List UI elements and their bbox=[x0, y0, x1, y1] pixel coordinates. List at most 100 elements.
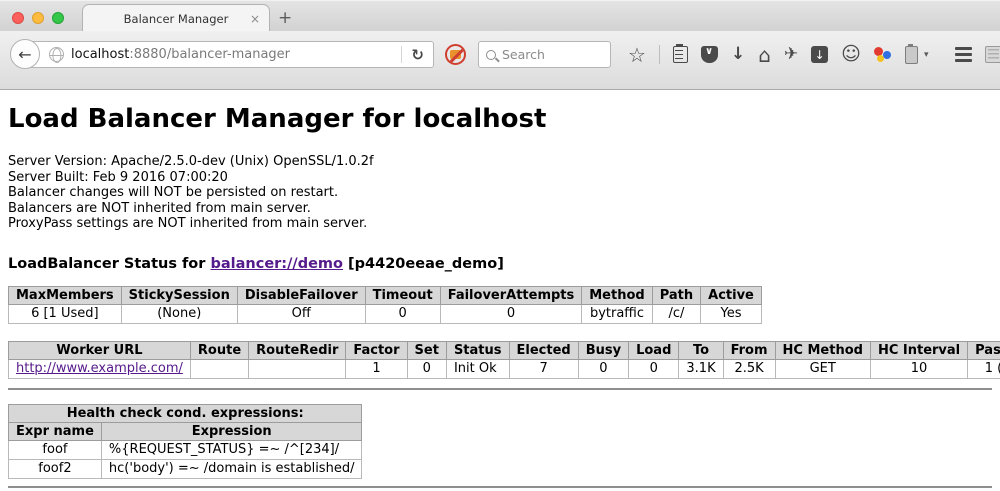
column-header: Path bbox=[652, 286, 700, 304]
toolbar-icons: ☆ ↓ ⌂ ✈ ↓ ☺ ▾ bbox=[628, 41, 1000, 68]
close-window-button[interactable] bbox=[12, 12, 24, 24]
addon-dropdown-caret-icon[interactable]: ▾ bbox=[924, 50, 929, 60]
bookmark-star-icon[interactable]: ☆ bbox=[628, 45, 646, 65]
server-info: Server Version: Apache/2.5.0-dev (Unix) … bbox=[8, 154, 992, 232]
globe-icon bbox=[49, 47, 64, 62]
cell: /c/ bbox=[652, 304, 700, 323]
search-icon bbox=[486, 50, 496, 60]
cell: 2.5K bbox=[723, 359, 775, 378]
balancer-status-heading: LoadBalancer Status for balancer://demo … bbox=[8, 256, 992, 272]
cell: 6 [1 Used] bbox=[9, 304, 122, 323]
column-header: RouteRedir bbox=[249, 341, 346, 359]
page-content: Load Balancer Manager for localhost Serv… bbox=[0, 90, 1000, 488]
column-header: Expression bbox=[101, 422, 362, 440]
cell: 10 bbox=[870, 359, 967, 378]
balancer-demo-link[interactable]: balancer://demo bbox=[210, 256, 343, 272]
column-header: Status bbox=[446, 341, 509, 359]
browser-chrome: Balancer Manager × + ← localhost:8880/ba… bbox=[0, 0, 1000, 90]
minimize-window-button[interactable] bbox=[32, 12, 44, 24]
cell: 0 bbox=[407, 359, 446, 378]
balancer-settings-table: MaxMembersStickySessionDisableFailoverTi… bbox=[8, 286, 762, 324]
server-info-line: Balancers are NOT inherited from main se… bbox=[8, 201, 992, 217]
column-header: DisableFailover bbox=[237, 286, 365, 304]
tab-title: Balancer Manager bbox=[124, 12, 229, 26]
cell: 0 bbox=[629, 359, 679, 378]
reload-button[interactable]: ↻ bbox=[408, 46, 433, 64]
url-bar[interactable]: localhost:8880/balancer-manager ↻ bbox=[26, 41, 434, 68]
section-divider bbox=[8, 388, 992, 390]
column-header: HC Method bbox=[775, 341, 870, 359]
column-header: Method bbox=[582, 286, 652, 304]
server-info-line: ProxyPass settings are NOT inherited fro… bbox=[8, 216, 992, 232]
navigation-bar: ← localhost:8880/balancer-manager ↻ Sear… bbox=[0, 31, 1000, 90]
column-header: MaxMembers bbox=[9, 286, 122, 304]
table-row: http://www.example.com/10Init Ok7003.1K2… bbox=[9, 359, 1000, 378]
worker-url-link[interactable]: http://www.example.com/ bbox=[16, 361, 183, 376]
cell: foof bbox=[9, 440, 102, 459]
addon-download-arrow: ↓ bbox=[815, 48, 825, 62]
column-header: Set bbox=[407, 341, 446, 359]
column-header: Worker URL bbox=[9, 341, 191, 359]
worker-status-table: Worker URLRouteRouteRedirFactorSetStatus… bbox=[8, 341, 1000, 379]
cell: (None) bbox=[121, 304, 237, 323]
tab-bar: Balancer Manager × + bbox=[0, 0, 1000, 31]
column-header: Load bbox=[629, 341, 679, 359]
cell: 3.1K bbox=[679, 359, 723, 378]
content-blocked-icon[interactable] bbox=[445, 44, 466, 65]
cell: Yes bbox=[701, 304, 762, 323]
url-divider bbox=[401, 46, 402, 63]
column-header: Route bbox=[190, 341, 248, 359]
cell: Init Ok bbox=[446, 359, 509, 378]
close-tab-icon[interactable]: × bbox=[250, 12, 260, 26]
feedback-smiley-icon[interactable]: ☺ bbox=[841, 45, 861, 64]
balancer-heading-prefix: LoadBalancer Status for bbox=[8, 256, 210, 272]
server-info-line: Server Version: Apache/2.5.0-dev (Unix) … bbox=[8, 154, 992, 170]
colored-dots-addon-icon[interactable] bbox=[874, 46, 892, 63]
column-header: Factor bbox=[346, 341, 407, 359]
balancer-heading-suffix: [p4420eeae_demo] bbox=[343, 256, 504, 272]
cell: hc('body') =~ /domain is established/ bbox=[101, 459, 362, 478]
home-icon[interactable]: ⌂ bbox=[758, 45, 771, 65]
table-row: foof2hc('body') =~ /domain is establishe… bbox=[9, 459, 362, 478]
url-path: :8880/balancer-manager bbox=[129, 47, 290, 62]
page-actions-icon[interactable] bbox=[985, 46, 1000, 63]
table-row: 6 [1 Used](None)Off00bytraffic/c/Yes bbox=[9, 304, 762, 323]
cell bbox=[190, 359, 248, 378]
page-title: Load Balancer Manager for localhost bbox=[8, 104, 992, 134]
cell: 0 bbox=[578, 359, 628, 378]
back-button[interactable]: ← bbox=[10, 39, 40, 69]
send-page-icon[interactable]: ✈ bbox=[784, 46, 798, 63]
table-row: foof%{REQUEST_STATUS} =~ /^[234]/ bbox=[9, 440, 362, 459]
search-placeholder: Search bbox=[502, 47, 545, 62]
column-header: From bbox=[723, 341, 775, 359]
toolbar-divider bbox=[659, 45, 660, 64]
cell: %{REQUEST_STATUS} =~ /^[234]/ bbox=[101, 440, 362, 459]
downloads-icon[interactable]: ↓ bbox=[731, 46, 745, 63]
cell: 7 bbox=[509, 359, 578, 378]
cell: http://www.example.com/ bbox=[9, 359, 191, 378]
server-info-line: Server Built: Feb 9 2016 07:00:20 bbox=[8, 170, 992, 186]
column-header: Passes bbox=[968, 341, 1000, 359]
column-header: Timeout bbox=[365, 286, 440, 304]
cell: Off bbox=[237, 304, 365, 323]
column-header: Active bbox=[701, 286, 762, 304]
table-title: Health check cond. expressions: bbox=[9, 404, 362, 422]
cell: bytraffic bbox=[582, 304, 652, 323]
addon-download-icon[interactable]: ↓ bbox=[811, 46, 828, 63]
column-header: Elected bbox=[509, 341, 578, 359]
cell: GET bbox=[775, 359, 870, 378]
pocket-icon[interactable] bbox=[701, 46, 718, 63]
cell: 1 (0) bbox=[968, 359, 1000, 378]
battery-addon-icon[interactable] bbox=[905, 46, 918, 64]
tab-balancer-manager[interactable]: Balancer Manager × bbox=[82, 4, 270, 32]
zoom-window-button[interactable] bbox=[52, 12, 64, 24]
bookmarks-menu-icon[interactable] bbox=[673, 46, 688, 63]
url-text[interactable]: localhost:8880/balancer-manager bbox=[71, 47, 395, 62]
cell: 0 bbox=[365, 304, 440, 323]
search-bar[interactable]: Search bbox=[478, 41, 611, 68]
page-bottom-divider bbox=[8, 486, 992, 488]
new-tab-button[interactable]: + bbox=[278, 8, 292, 28]
column-header: StickySession bbox=[121, 286, 237, 304]
menu-icon[interactable] bbox=[955, 47, 972, 62]
server-info-line: Balancer changes will NOT be persisted o… bbox=[8, 185, 992, 201]
